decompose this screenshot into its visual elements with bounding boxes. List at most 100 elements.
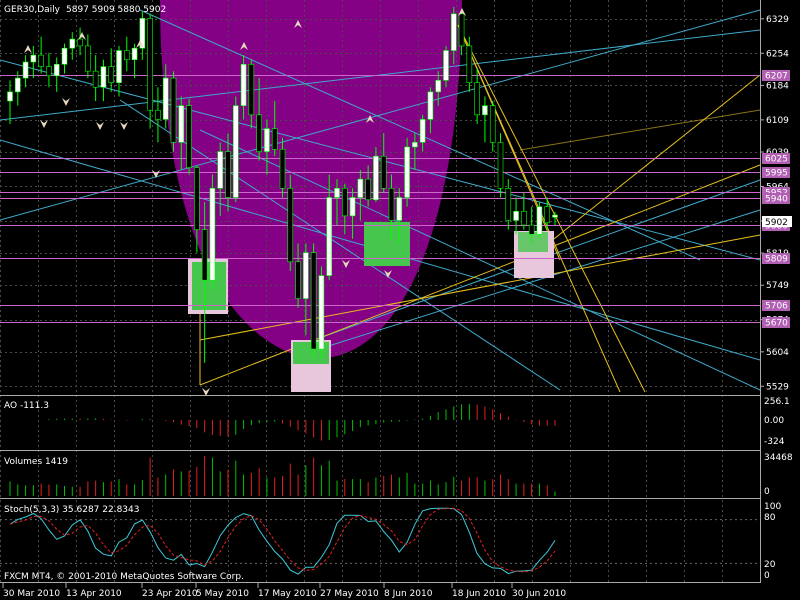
fractal-down-arrow (152, 170, 160, 178)
stoch-tick: 20 (764, 560, 776, 570)
candle-body (194, 167, 200, 230)
candle-body (412, 142, 418, 148)
price-tick-label: 6254 (766, 49, 789, 59)
candle-body (326, 197, 333, 276)
candle-body (334, 188, 340, 198)
candle-body (474, 82, 480, 116)
candle-body (552, 214, 558, 218)
price-tick-label: 5749 (766, 281, 789, 291)
candle-body (427, 91, 434, 120)
candle-body (108, 66, 115, 83)
level-tag-label: 5706 (765, 302, 788, 312)
candle-body (341, 188, 348, 217)
ohlc-label: 5897 5909 5880 5902 (66, 5, 166, 15)
candle-body (147, 18, 153, 111)
candle-body (225, 151, 231, 198)
time-tick-label: 8 Jun 2010 (384, 589, 433, 599)
candle-body (279, 148, 286, 189)
candle-body (7, 91, 13, 102)
candle-body (256, 114, 262, 152)
price-tick-label: 5604 (766, 348, 789, 358)
stoch-tick: 0 (764, 571, 770, 581)
time-tick-label: 18 Jun 2010 (452, 589, 506, 599)
candle-body (303, 252, 309, 299)
symbol-label: GER30,Daily (4, 5, 61, 15)
candle-body (443, 50, 449, 81)
price-tick-label: 6329 (766, 15, 789, 25)
candle-body (521, 210, 527, 226)
candle-body (170, 77, 177, 143)
candle-body (30, 54, 37, 63)
stoch-tick: 100 (764, 502, 781, 512)
candle-body (116, 50, 122, 83)
candle-body (466, 45, 473, 83)
candle-body (295, 261, 301, 299)
candle-body (69, 38, 76, 49)
candle-body (186, 105, 192, 168)
ao-tick: -324 (764, 437, 785, 447)
candle-body (373, 155, 379, 201)
time-tick-label: 27 May 2010 (320, 589, 379, 599)
candle-body (92, 70, 99, 88)
candle-body (22, 61, 29, 79)
volumes-label: Volumes 1419 (4, 457, 68, 467)
candle-body (248, 64, 255, 116)
level-tag-label: 5809 (765, 255, 788, 265)
price-tick-label: 6109 (766, 116, 789, 126)
level-tag-label: 6025 (765, 155, 788, 165)
candle-body (232, 105, 239, 198)
candle-body (318, 275, 325, 350)
yellow-trendline (457, 24, 646, 393)
candle-body (536, 206, 543, 235)
level-tag-label: 5670 (765, 319, 788, 329)
candle-body (201, 229, 208, 281)
vol-tick: 0 (764, 487, 770, 497)
candle-body (310, 252, 317, 350)
stoch-tick: 80 (764, 513, 776, 523)
candle-body (178, 105, 185, 143)
vol-tick: 34468 (764, 453, 793, 463)
candle-body (497, 142, 504, 189)
candle-body (264, 128, 270, 152)
candle-body (162, 77, 169, 120)
candle-body (365, 178, 371, 201)
candle-body (155, 109, 161, 120)
candle-body (85, 45, 91, 72)
candle-body (209, 188, 216, 281)
time-tick-label: 30 Mar 2010 (3, 589, 60, 599)
time-tick-label: 5 May 2010 (196, 589, 249, 599)
candle-body (53, 64, 60, 77)
candle-body (388, 188, 395, 221)
fractal-down-arrow (62, 98, 70, 106)
candle-body (489, 105, 496, 143)
zone-box (192, 262, 226, 310)
candle-body (435, 80, 442, 93)
time-tick-label: 30 Jun 2010 (512, 589, 566, 599)
time-tick-label: 23 Apr 2010 (142, 589, 198, 599)
yellow-trendline (519, 109, 761, 151)
time-tick-label: 13 Apr 2010 (66, 589, 122, 599)
ao-label: AO -111.3 (4, 401, 49, 411)
candle-body (14, 77, 21, 93)
candle-body (271, 128, 278, 150)
candle-body (458, 13, 465, 47)
fractal-up-arrow (24, 45, 32, 53)
price-tick-label: 6184 (766, 81, 789, 91)
time-tick-label: 17 May 2010 (258, 589, 317, 599)
candle-body (123, 50, 130, 61)
chart-canvas: 6329625461846109603959645889581957495674… (0, 0, 793, 599)
candle-body (287, 188, 294, 263)
fractal-down-arrow (120, 122, 128, 130)
level-tag-label: 5995 (765, 169, 788, 179)
candle-body (513, 210, 519, 221)
stoch-label: Stoch(5,3,3) 35.6287 22.8343 (4, 505, 139, 515)
footer-label: FXCM MT4, © 2001-2010 MetaQuotes Softwar… (4, 572, 244, 582)
ao-histogram (48, 403, 556, 441)
candle-body (38, 54, 44, 67)
candle-body (349, 197, 356, 217)
candle-body (404, 146, 410, 198)
candle-body (131, 47, 138, 61)
price-tick-label: 5529 (766, 382, 789, 392)
candle-body (77, 38, 83, 47)
level-tag-label: 6207 (765, 72, 788, 82)
